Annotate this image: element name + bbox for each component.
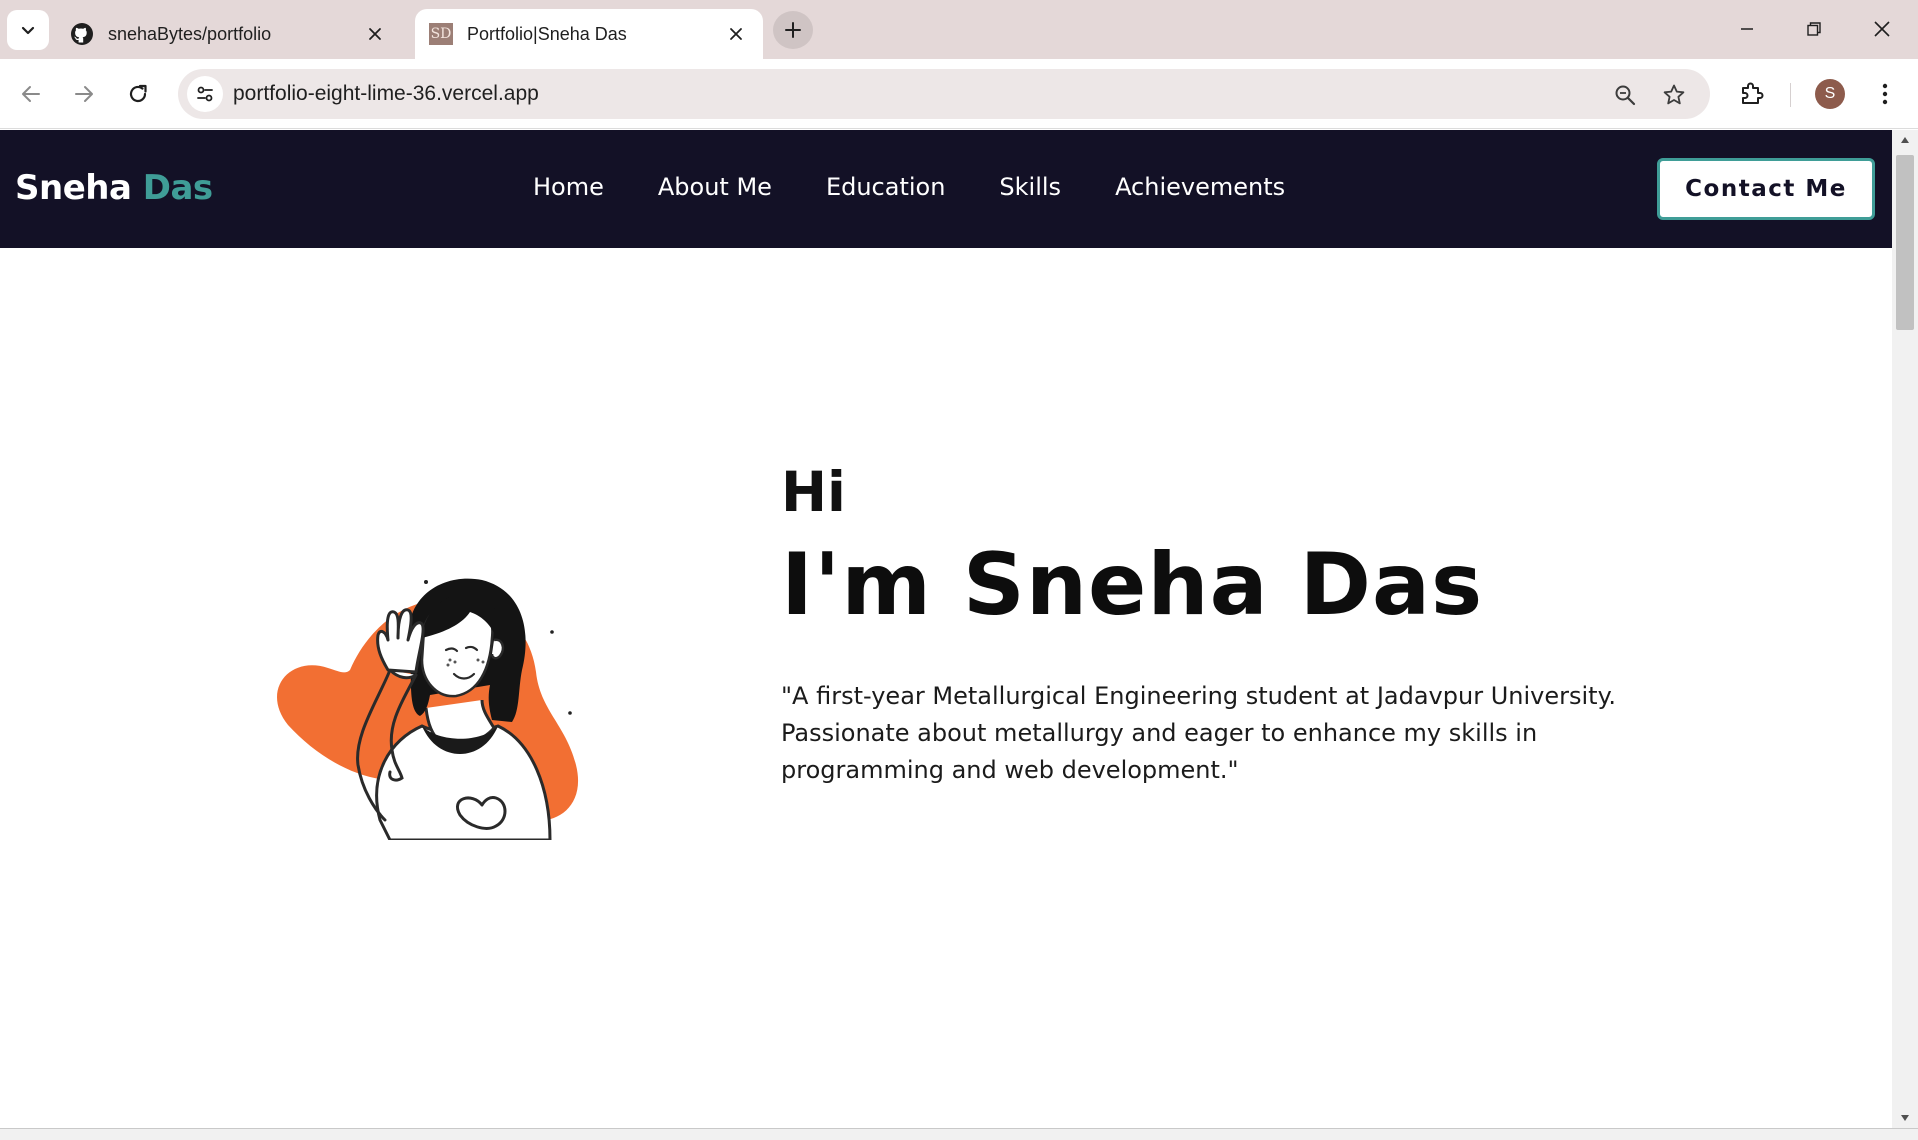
restore-icon	[1807, 22, 1821, 36]
toolbar-divider	[1790, 83, 1791, 107]
avatar: S	[1815, 79, 1845, 109]
favicon-text: SD	[429, 23, 453, 45]
close-tab-icon[interactable]	[721, 19, 751, 49]
scroll-thumb[interactable]	[1896, 155, 1914, 330]
puzzle-icon	[1742, 82, 1764, 104]
tab-title: Portfolio|Sneha Das	[467, 23, 627, 44]
site-navbar: Sneha Das Home About Me Education Skills…	[0, 130, 1892, 248]
triangle-up-icon	[1901, 137, 1909, 143]
brand-first-name: Sneha	[15, 168, 132, 208]
scroll-up-arrow[interactable]	[1892, 130, 1918, 150]
tab-github-portfolio[interactable]: snehaBytes/portfolio	[56, 9, 402, 59]
zoom-button[interactable]	[1609, 79, 1641, 111]
hero-bio: "A first-year Metallurgical Engineering …	[781, 682, 1616, 784]
hero-section: Hi I'm Sneha Das "A first-year Metallurg…	[781, 465, 1781, 789]
arrow-left-icon	[22, 86, 40, 102]
waving-girl-illustration	[277, 578, 579, 840]
tune-icon	[197, 86, 213, 102]
tab-search-button[interactable]	[7, 10, 49, 50]
tab-title: snehaBytes/portfolio	[108, 23, 272, 44]
nav-link-achievements[interactable]: Achievements	[1115, 173, 1285, 201]
close-tab-icon[interactable]	[360, 19, 390, 49]
nav-link-about-me[interactable]: About Me	[658, 173, 772, 201]
page-viewport: Sneha Das Home About Me Education Skills…	[0, 130, 1918, 1128]
triangle-down-icon	[1901, 1115, 1909, 1121]
reload-button[interactable]	[118, 74, 158, 114]
close-icon	[1874, 21, 1890, 37]
browser-tab-bar: snehaBytes/portfolio SD Portfolio|Sneha …	[0, 0, 1918, 59]
address-bar[interactable]: portfolio-eight-lime-36.vercel.app	[178, 69, 1710, 119]
zoom-icon	[1615, 85, 1636, 106]
reload-icon	[129, 84, 147, 103]
site-logo[interactable]: Sneha Das	[15, 168, 213, 208]
site-favicon-icon: SD	[429, 22, 453, 46]
brand-last-name: Das	[142, 168, 213, 208]
back-button[interactable]	[11, 74, 51, 114]
close-window-button[interactable]	[1860, 9, 1904, 49]
star-icon	[1663, 84, 1685, 105]
scroll-down-arrow[interactable]	[1892, 1108, 1918, 1128]
contact-me-button[interactable]: Contact Me	[1657, 158, 1875, 220]
forward-button[interactable]	[64, 74, 104, 114]
minimize-button[interactable]	[1725, 9, 1769, 49]
minimize-icon	[1741, 28, 1753, 30]
nav-link-home[interactable]: Home	[533, 173, 604, 201]
tab-portfolio-sneha-das[interactable]: SD Portfolio|Sneha Das	[415, 9, 763, 59]
nav-link-skills[interactable]: Skills	[999, 173, 1061, 201]
page-scrollbar[interactable]	[1892, 130, 1918, 1128]
bookmark-button[interactable]	[1658, 79, 1690, 111]
arrow-right-icon	[75, 86, 93, 102]
github-icon	[70, 22, 94, 46]
browser-toolbar: portfolio-eight-lime-36.vercel.app S	[0, 59, 1918, 129]
chevron-down-icon	[21, 26, 35, 35]
nav-links: Home About Me Education Skills Achieveme…	[533, 173, 1339, 201]
browser-menu-button[interactable]	[1865, 74, 1905, 114]
bottom-status-strip	[0, 1128, 1918, 1140]
profile-button[interactable]: S	[1810, 74, 1850, 114]
hero-name: I'm Sneha Das	[781, 535, 1484, 635]
nav-link-education[interactable]: Education	[826, 173, 945, 201]
hero-greeting: Hi	[781, 460, 846, 524]
site-info-button[interactable]	[187, 76, 223, 112]
restore-button[interactable]	[1792, 9, 1836, 49]
more-vert-icon	[1882, 83, 1888, 105]
new-tab-button[interactable]	[773, 11, 813, 49]
url-text[interactable]: portfolio-eight-lime-36.vercel.app	[233, 82, 539, 106]
extensions-button[interactable]	[1731, 74, 1771, 114]
plus-icon	[785, 22, 801, 38]
